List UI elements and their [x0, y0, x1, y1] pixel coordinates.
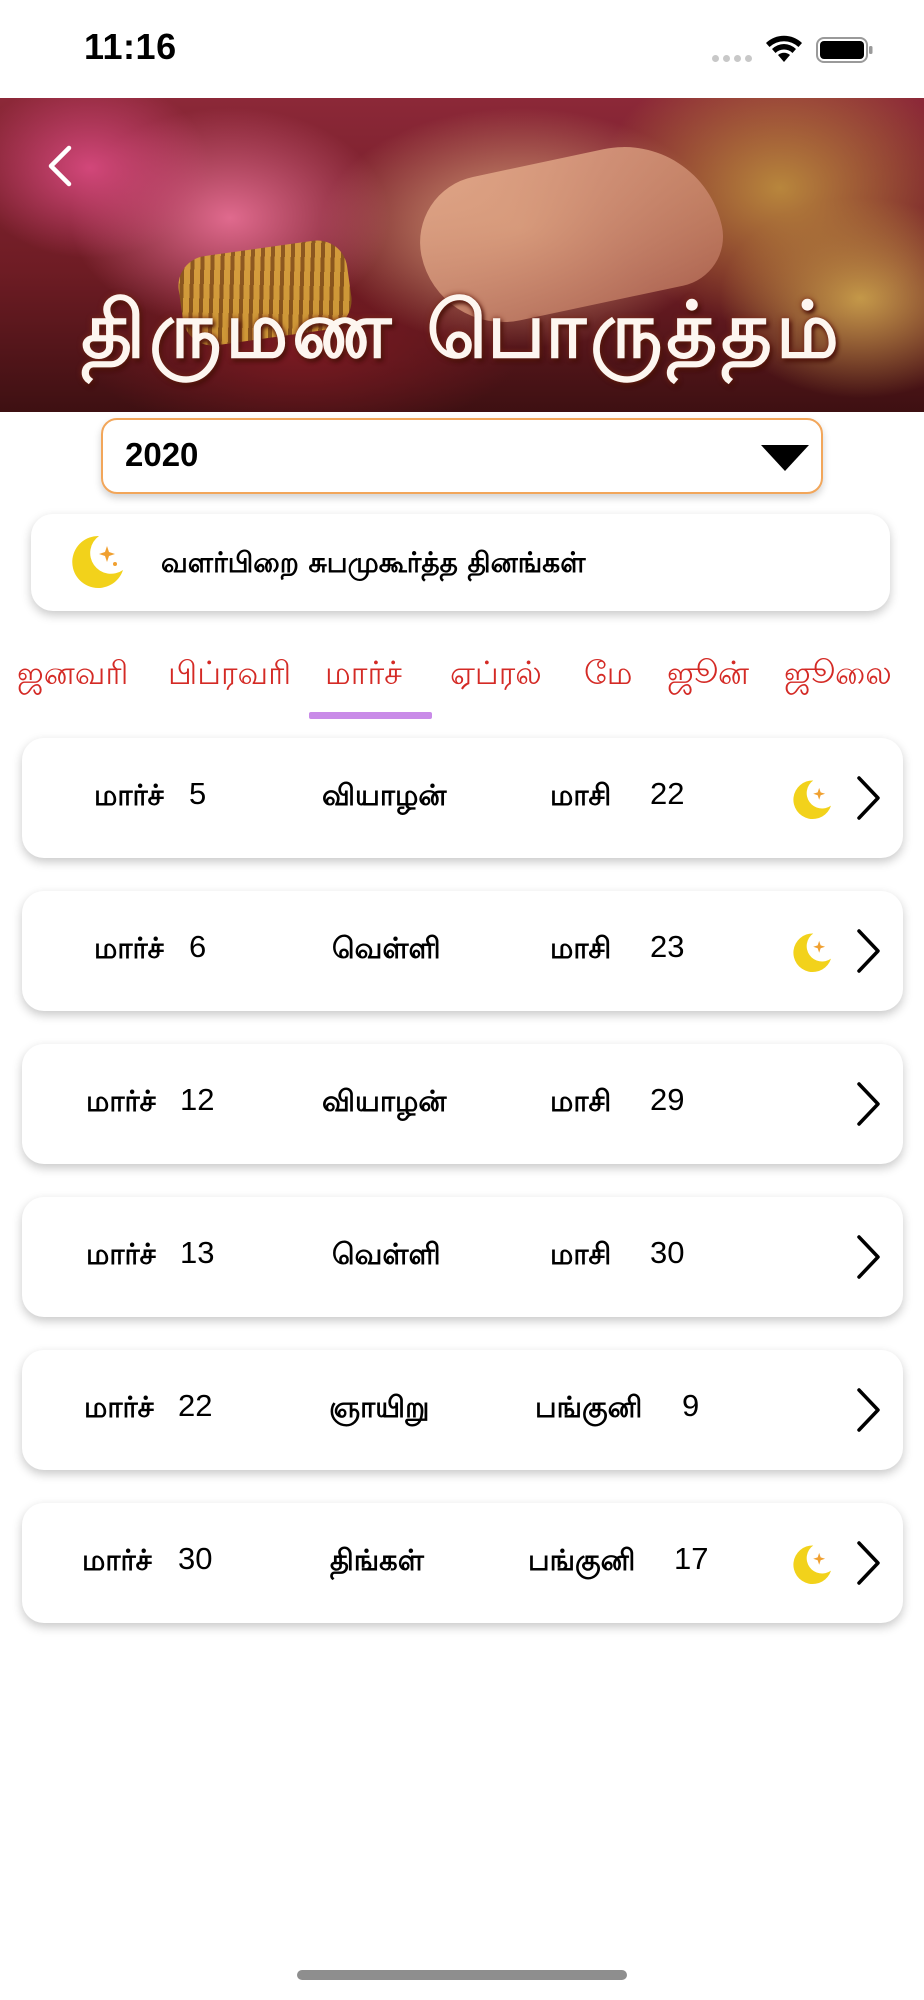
wifi-icon — [766, 35, 802, 62]
date-row[interactable]: மார்ச் 30 திங்கள் பங்குனி 17 — [22, 1503, 903, 1623]
header-banner: திருமண பொருத்தம் — [0, 98, 924, 412]
gregorian-day: 12 — [180, 1082, 215, 1117]
tamil-day: 22 — [650, 776, 685, 811]
gregorian-month: மார்ச் — [84, 1390, 154, 1424]
crescent-moon-icon — [793, 780, 832, 820]
gregorian-month: மார்ச் — [94, 931, 164, 965]
month-tabs: ஜனவரி பிப்ரவரி மார்ச் ஏப்ரல் மே ஜூன் ஜூல… — [0, 640, 924, 720]
caret-down-icon — [761, 445, 809, 471]
waxing-moon-info-card: வளர்பிறை சுபமுகூர்த்த தினங்கள் — [31, 514, 890, 611]
battery-icon — [816, 37, 873, 63]
tamil-day: 29 — [650, 1082, 685, 1117]
tab-month-april[interactable]: ஏப்ரல் — [450, 654, 542, 696]
tamil-day: 17 — [674, 1541, 709, 1576]
chevron-right-icon — [857, 929, 880, 973]
tamil-month: மாசி — [550, 1084, 612, 1118]
tab-month-march[interactable]: மார்ச் — [325, 654, 402, 696]
status-bar: 11:16 — [0, 0, 924, 98]
date-row[interactable]: மார்ச் 6 வெள்ளி மாசி 23 — [22, 891, 903, 1011]
crescent-moon-icon — [72, 535, 123, 588]
gregorian-day: 6 — [189, 929, 207, 964]
gregorian-month: மார்ச் — [94, 778, 164, 812]
crescent-moon-icon — [793, 1545, 832, 1585]
gregorian-month: மார்ச் — [86, 1237, 156, 1271]
weekday: வியாழன் — [322, 1084, 447, 1118]
tab-month-may[interactable]: மே — [584, 654, 632, 696]
weekday: ஞாயிறு — [329, 1390, 430, 1424]
gregorian-month: மார்ச் — [86, 1084, 156, 1118]
date-row[interactable]: மார்ச் 22 ஞாயிறு பங்குனி 9 — [22, 1350, 903, 1470]
tamil-month: பங்குனி — [528, 1543, 636, 1577]
tamil-day: 23 — [650, 929, 685, 964]
tab-month-july[interactable]: ஜூலை — [784, 654, 892, 696]
date-row[interactable]: மார்ச் 13 வெள்ளி மாசி 30 — [22, 1197, 903, 1317]
tamil-day: 9 — [682, 1388, 700, 1423]
date-row[interactable]: மார்ச் 12 வியாழன் மாசி 29 — [22, 1044, 903, 1164]
selected-month-indicator — [309, 712, 432, 719]
weekday: வெள்ளி — [332, 931, 441, 965]
gregorian-month: மார்ச் — [82, 1543, 152, 1577]
back-button[interactable] — [38, 136, 82, 196]
gregorian-day: 13 — [180, 1235, 215, 1270]
status-time: 11:16 — [84, 26, 177, 67]
gregorian-day: 5 — [189, 776, 207, 811]
chevron-right-icon — [857, 776, 880, 820]
crescent-moon-icon — [793, 933, 832, 973]
year-value: 2020 — [125, 436, 199, 473]
tab-month-june[interactable]: ஜூன் — [667, 654, 749, 696]
home-indicator[interactable] — [297, 1970, 627, 1980]
tamil-month: பங்குனி — [535, 1390, 643, 1424]
gregorian-day: 22 — [178, 1388, 213, 1423]
tab-month-february[interactable]: பிப்ரவரி — [168, 654, 291, 696]
info-card-text: வளர்பிறை சுபமுகூர்த்த தினங்கள் — [161, 546, 586, 579]
cellular-signal-icon — [712, 55, 754, 63]
weekday: வியாழன் — [322, 778, 447, 812]
gregorian-day: 30 — [178, 1541, 213, 1576]
chevron-right-icon — [857, 1388, 880, 1432]
chevron-right-icon — [857, 1235, 880, 1279]
chevron-right-icon — [857, 1082, 880, 1126]
chevron-right-icon — [857, 1541, 880, 1585]
tamil-day: 30 — [650, 1235, 685, 1270]
page-title: திருமண பொருத்தம் — [81, 286, 843, 376]
date-row[interactable]: மார்ச் 5 வியாழன் மாசி 22 — [22, 738, 903, 858]
tab-month-january[interactable]: ஜனவரி — [17, 654, 128, 696]
weekday: திங்கள் — [330, 1543, 424, 1577]
tamil-month: மாசி — [550, 778, 612, 812]
weekday: வெள்ளி — [332, 1237, 441, 1271]
chevron-left-icon — [48, 145, 72, 187]
tamil-month: மாசி — [550, 931, 612, 965]
tamil-month: மாசி — [550, 1237, 612, 1271]
year-dropdown[interactable]: 2020 — [101, 418, 823, 494]
